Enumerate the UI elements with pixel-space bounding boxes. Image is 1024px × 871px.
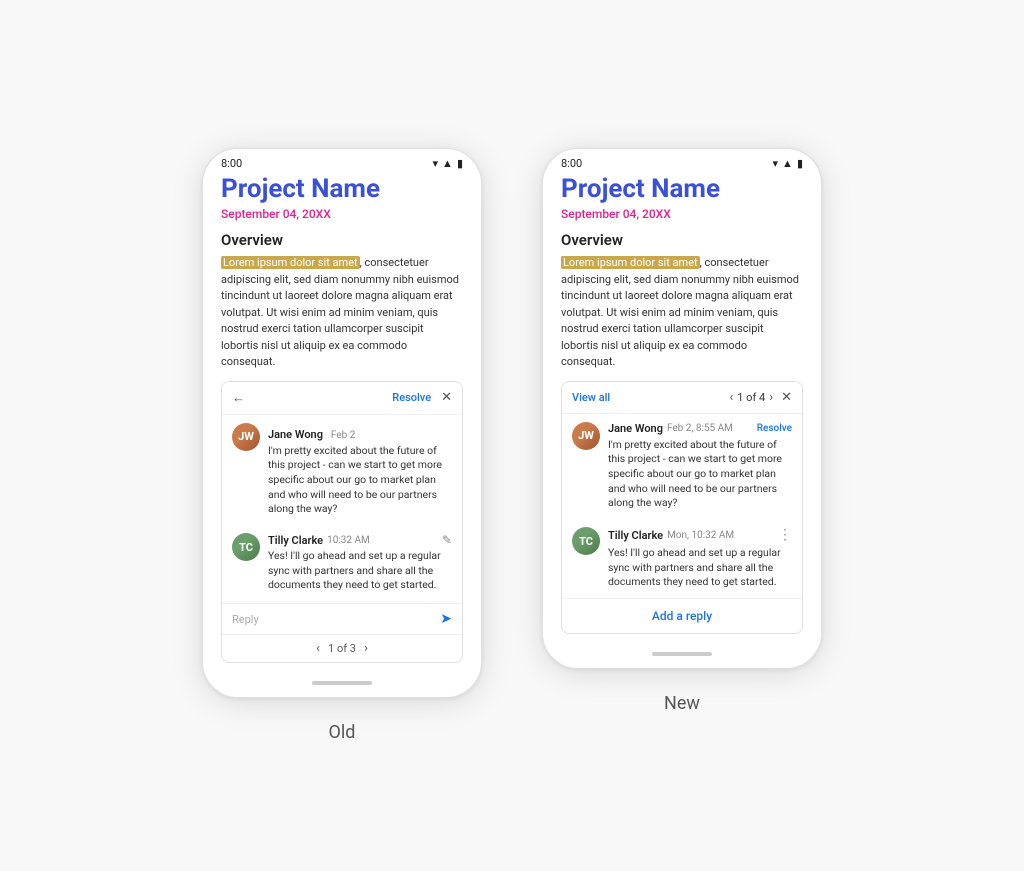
new-jane-body: Jane Wong Feb 2, 8:55 AM Resolve I'm pre…	[608, 422, 792, 511]
new-jane-comment: JW Jane Wong Feb 2, 8:55 AM Resolve I'm …	[562, 414, 802, 519]
new-doc-date: September 04, 20XX	[561, 207, 803, 221]
new-doc-body: Lorem ipsum dolor sit amet, consectetuer…	[561, 255, 803, 371]
old-comment-panel: ← Resolve ✕ JW Jane Wong Feb 2 I'm prett…	[221, 381, 463, 664]
comparison-container: 8:00 ▾ ▲ ▮ Project Name September 04, 20…	[182, 108, 842, 763]
new-tilly-name: Tilly Clarke	[608, 529, 663, 542]
new-tilly-avatar: TC	[572, 527, 600, 555]
old-pagination-bar: ‹ 1 of 3 ›	[222, 634, 462, 662]
new-pagination-text: 1 of 4	[737, 391, 765, 404]
new-close-button[interactable]: ✕	[781, 390, 792, 405]
old-tilly-name: Tilly Clarke	[268, 534, 323, 547]
old-close-button[interactable]: ✕	[441, 390, 452, 405]
new-status-icons: ▾ ▲ ▮	[773, 157, 803, 170]
old-back-button[interactable]: ←	[232, 390, 245, 406]
new-doc-content: Project Name September 04, 20XX Overview…	[543, 174, 821, 644]
old-status-icons: ▾ ▲ ▮	[433, 157, 463, 170]
old-send-icon[interactable]: ➤	[440, 611, 452, 627]
old-tilly-text: Yes! I'll go ahead and set up a regular …	[268, 549, 452, 593]
new-status-time: 8:00	[561, 157, 582, 170]
old-jane-comment: JW Jane Wong Feb 2 I'm pretty excited ab…	[222, 415, 462, 525]
old-jane-name: Jane Wong	[268, 428, 323, 441]
new-signal-icon: ▲	[782, 157, 793, 170]
signal-icon: ▲	[442, 157, 453, 170]
new-jane-name: Jane Wong	[608, 422, 663, 435]
old-doc-body-rest: , consectetuer adipiscing elit, sed diam…	[221, 256, 459, 368]
old-pagination-text: 1 of 3	[328, 642, 356, 655]
new-phone-section: 8:00 ▾ ▲ ▮ Project Name September 04, 20…	[542, 148, 822, 714]
old-prev-button[interactable]: ‹	[316, 641, 320, 656]
new-highlight: Lorem ipsum dolor sit amet	[561, 256, 700, 269]
new-next-button[interactable]: ›	[769, 390, 773, 405]
old-doc-body: Lorem ipsum dolor sit amet, consectetuer…	[221, 255, 463, 371]
old-reply-placeholder: Reply	[232, 613, 440, 626]
old-jane-body: Jane Wong Feb 2 I'm pretty excited about…	[268, 423, 452, 517]
new-more-icon[interactable]: ⋮	[778, 527, 792, 543]
new-bottom-bar	[543, 644, 821, 668]
new-resolve-button[interactable]: Resolve	[757, 423, 792, 434]
new-tilly-time: Mon, 10:32 AM	[667, 530, 734, 541]
old-next-button[interactable]: ›	[364, 641, 368, 656]
old-status-bar: 8:00 ▾ ▲ ▮	[203, 149, 481, 174]
new-comment-panel: View all ‹ 1 of 4 › ✕ JW Jane W	[561, 381, 803, 635]
new-jane-text: I'm pretty excited about the future of t…	[608, 438, 792, 511]
old-phone-section: 8:00 ▾ ▲ ▮ Project Name September 04, 20…	[202, 148, 482, 743]
old-doc-date: September 04, 20XX	[221, 207, 463, 221]
new-panel-header: View all ‹ 1 of 4 › ✕	[562, 382, 802, 414]
new-add-reply-button[interactable]: Add a reply	[652, 609, 712, 623]
old-status-time: 8:00	[221, 157, 242, 170]
new-tilly-comment: TC Tilly Clarke Mon, 10:32 AM ⋮ Yes! I'l…	[562, 519, 802, 598]
old-tilly-comment: TC Tilly Clarke 10:32 AM ✎ Yes! I'll go …	[222, 525, 462, 601]
old-doc-content: Project Name September 04, 20XX Overview…	[203, 174, 481, 673]
old-tilly-body: Tilly Clarke 10:32 AM ✎ Yes! I'll go ahe…	[268, 533, 452, 593]
old-tilly-time: 10:32 AM	[327, 535, 370, 546]
new-status-bar: 8:00 ▾ ▲ ▮	[543, 149, 821, 174]
new-nav-controls: ‹ 1 of 4 ›	[729, 390, 773, 405]
new-doc-title: Project Name	[561, 174, 803, 205]
new-label: New	[664, 693, 700, 714]
new-jane-datetime: Feb 2, 8:55 AM	[667, 423, 733, 434]
old-resolve-button[interactable]: Resolve	[392, 391, 431, 404]
new-add-reply-bar: Add a reply	[562, 598, 802, 633]
new-prev-button[interactable]: ‹	[729, 390, 733, 405]
old-jane-text: I'm pretty excited about the future of t…	[268, 444, 452, 517]
new-tilly-body: Tilly Clarke Mon, 10:32 AM ⋮ Yes! I'll g…	[608, 527, 792, 590]
old-reply-bar[interactable]: Reply ➤	[222, 603, 462, 634]
wifi-icon: ▾	[433, 157, 439, 170]
old-phone: 8:00 ▾ ▲ ▮ Project Name September 04, 20…	[202, 148, 482, 698]
new-home-indicator	[652, 652, 712, 656]
old-overview-title: Overview	[221, 231, 463, 249]
new-doc-body-rest: , consectetuer adipiscing elit, sed diam…	[561, 256, 799, 368]
old-jane-avatar: JW	[232, 423, 260, 451]
new-overview-title: Overview	[561, 231, 803, 249]
old-panel-header: ← Resolve ✕	[222, 382, 462, 415]
new-jane-header: Jane Wong Feb 2, 8:55 AM Resolve	[608, 422, 792, 435]
new-battery-icon: ▮	[797, 157, 803, 170]
old-doc-title: Project Name	[221, 174, 463, 205]
new-tilly-header: Tilly Clarke Mon, 10:32 AM ⋮	[608, 527, 792, 543]
battery-icon: ▮	[457, 157, 463, 170]
old-label: Old	[329, 722, 356, 743]
old-tilly-avatar: TC	[232, 533, 260, 561]
new-wifi-icon: ▾	[773, 157, 779, 170]
new-jane-avatar: JW	[572, 422, 600, 450]
new-tilly-text: Yes! I'll go ahead and set up a regular …	[608, 546, 792, 590]
old-highlight: Lorem ipsum dolor sit amet	[221, 256, 360, 269]
old-edit-icon: ✎	[442, 533, 452, 547]
new-phone: 8:00 ▾ ▲ ▮ Project Name September 04, 20…	[542, 148, 822, 669]
view-all-button[interactable]: View all	[572, 391, 610, 404]
old-jane-date: Feb 2	[331, 430, 355, 441]
old-home-indicator	[312, 681, 372, 685]
old-bottom-bar	[203, 673, 481, 697]
